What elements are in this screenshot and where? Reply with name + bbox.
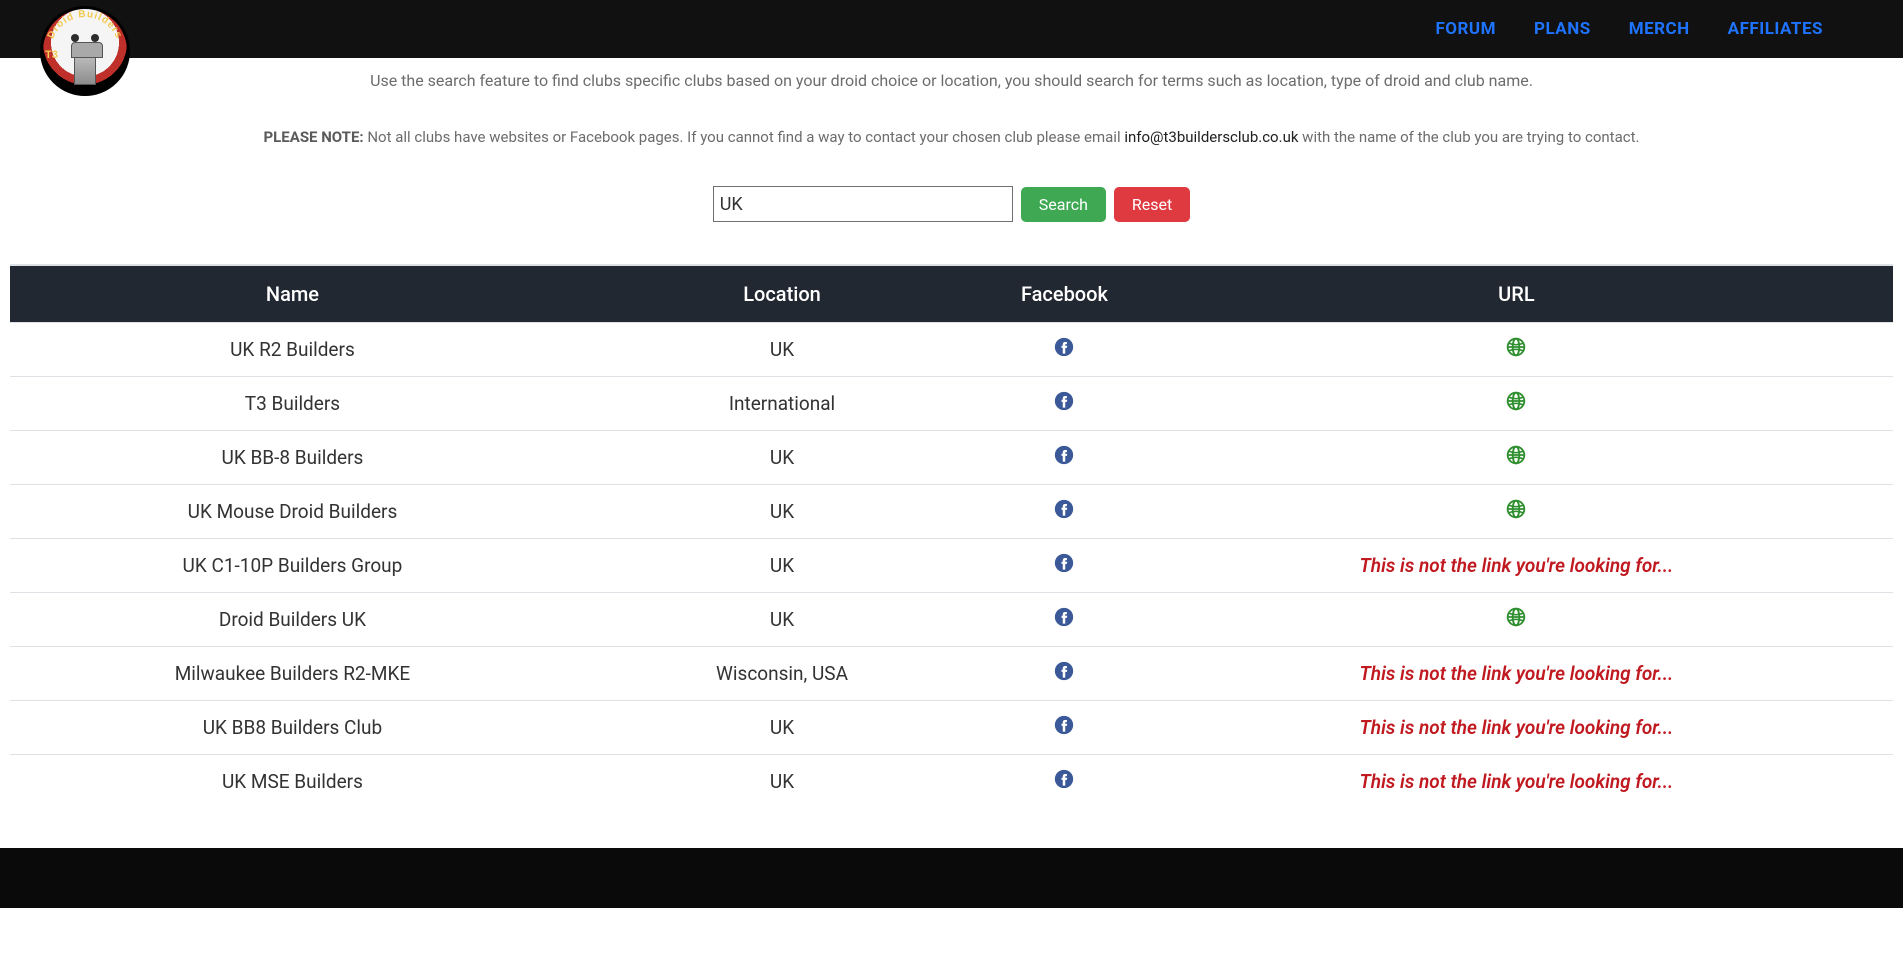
table-row: UK R2 BuildersUK	[10, 323, 1893, 377]
contact-email[interactable]: info@t3buildersclub.co.uk	[1124, 128, 1298, 146]
th-url: URL	[1140, 265, 1893, 323]
facebook-icon[interactable]	[1054, 607, 1074, 627]
cell-facebook	[989, 485, 1140, 539]
table-header-row: Name Location Facebook URL	[10, 265, 1893, 323]
cell-facebook	[989, 647, 1140, 701]
top-navbar: FORUM PLANS MERCH AFFILIATES	[0, 0, 1903, 58]
globe-icon[interactable]	[1506, 607, 1526, 627]
no-link-text: This is not the link you're looking for.…	[1359, 662, 1673, 685]
site-logo[interactable]: Droid Builders T3	[40, 6, 130, 96]
page-footer	[0, 848, 1903, 908]
cell-url	[1140, 377, 1893, 431]
globe-icon[interactable]	[1506, 445, 1526, 465]
no-link-text: This is not the link you're looking for.…	[1359, 770, 1673, 793]
contact-note: PLEASE NOTE: Not all clubs have websites…	[0, 100, 1903, 186]
cell-url	[1140, 323, 1893, 377]
cell-facebook	[989, 323, 1140, 377]
cell-location: UK	[575, 755, 989, 809]
cell-url	[1140, 593, 1893, 647]
cell-name: UK R2 Builders	[10, 323, 575, 377]
cell-name: UK C1-10P Builders Group	[10, 539, 575, 593]
reset-button[interactable]: Reset	[1114, 187, 1190, 222]
cell-facebook	[989, 755, 1140, 809]
table-body: UK R2 BuildersUKT3 BuildersInternational…	[10, 323, 1893, 809]
no-link-text: This is not the link you're looking for.…	[1359, 716, 1673, 739]
nav-link-affiliates[interactable]: AFFILIATES	[1728, 19, 1823, 39]
clubs-table: Name Location Facebook URL UK R2 Builder…	[10, 264, 1893, 808]
cell-url	[1140, 485, 1893, 539]
table-row: UK Mouse Droid BuildersUK	[10, 485, 1893, 539]
facebook-icon[interactable]	[1054, 391, 1074, 411]
cell-url: This is not the link you're looking for.…	[1140, 647, 1893, 701]
facebook-icon[interactable]	[1054, 715, 1074, 735]
main-content: This list is being constantly updated wi…	[0, 0, 1903, 848]
cell-location: Wisconsin, USA	[575, 647, 989, 701]
search-input[interactable]	[713, 186, 1013, 222]
nav-link-forum[interactable]: FORUM	[1435, 19, 1496, 39]
cell-location: UK	[575, 701, 989, 755]
facebook-icon[interactable]	[1054, 337, 1074, 357]
cell-url: This is not the link you're looking for.…	[1140, 539, 1893, 593]
intro-line-2: Use the search feature to find clubs spe…	[0, 53, 1903, 100]
note-text-before: Not all clubs have websites or Facebook …	[364, 128, 1125, 146]
table-row: UK BB8 Builders ClubUK This is not the li…	[10, 701, 1893, 755]
table-row: Milwaukee Builders R2-MKEWisconsin, USA T…	[10, 647, 1893, 701]
cell-location: UK	[575, 485, 989, 539]
table-row: UK BB-8 BuildersUK	[10, 431, 1893, 485]
cell-name: UK BB8 Builders Club	[10, 701, 575, 755]
globe-icon[interactable]	[1506, 499, 1526, 519]
table-row: T3 BuildersInternational	[10, 377, 1893, 431]
facebook-icon[interactable]	[1054, 769, 1074, 789]
facebook-icon[interactable]	[1054, 661, 1074, 681]
cell-name: UK Mouse Droid Builders	[10, 485, 575, 539]
table-row: UK C1-10P Builders GroupUK This is not th…	[10, 539, 1893, 593]
th-location: Location	[575, 265, 989, 323]
table-row: Droid Builders UKUK	[10, 593, 1893, 647]
cell-facebook	[989, 701, 1140, 755]
facebook-icon[interactable]	[1054, 445, 1074, 465]
cell-url	[1140, 431, 1893, 485]
nav-link-plans[interactable]: PLANS	[1534, 19, 1591, 39]
no-link-text: This is not the link you're looking for.…	[1359, 554, 1673, 577]
nav-link-merch[interactable]: MERCH	[1629, 19, 1690, 39]
clubs-table-container: Name Location Facebook URL UK R2 Builder…	[0, 264, 1903, 848]
cell-name: T3 Builders	[10, 377, 575, 431]
cell-facebook	[989, 593, 1140, 647]
nav-links: FORUM PLANS MERCH AFFILIATES	[1435, 19, 1823, 39]
cell-location: UK	[575, 431, 989, 485]
search-button[interactable]: Search	[1021, 187, 1106, 222]
cell-facebook	[989, 539, 1140, 593]
facebook-icon[interactable]	[1054, 553, 1074, 573]
cell-name: Droid Builders UK	[10, 593, 575, 647]
cell-location: UK	[575, 539, 989, 593]
table-row: UK MSE BuildersUK This is not the link yo…	[10, 755, 1893, 809]
logo-graphic	[40, 6, 130, 96]
cell-facebook	[989, 431, 1140, 485]
facebook-icon[interactable]	[1054, 499, 1074, 519]
globe-icon[interactable]	[1506, 337, 1526, 357]
cell-name: UK MSE Builders	[10, 755, 575, 809]
cell-url: This is not the link you're looking for.…	[1140, 701, 1893, 755]
cell-location: UK	[575, 323, 989, 377]
search-row: Search Reset	[0, 186, 1903, 222]
th-name: Name	[10, 265, 575, 323]
note-label: PLEASE NOTE:	[264, 128, 364, 146]
cell-location: UK	[575, 593, 989, 647]
note-text-after: with the name of the club you are trying…	[1298, 128, 1639, 146]
cell-url: This is not the link you're looking for.…	[1140, 755, 1893, 809]
cell-name: UK BB-8 Builders	[10, 431, 575, 485]
cell-name: Milwaukee Builders R2-MKE	[10, 647, 575, 701]
cell-location: International	[575, 377, 989, 431]
cell-facebook	[989, 377, 1140, 431]
globe-icon[interactable]	[1506, 391, 1526, 411]
th-facebook: Facebook	[989, 265, 1140, 323]
